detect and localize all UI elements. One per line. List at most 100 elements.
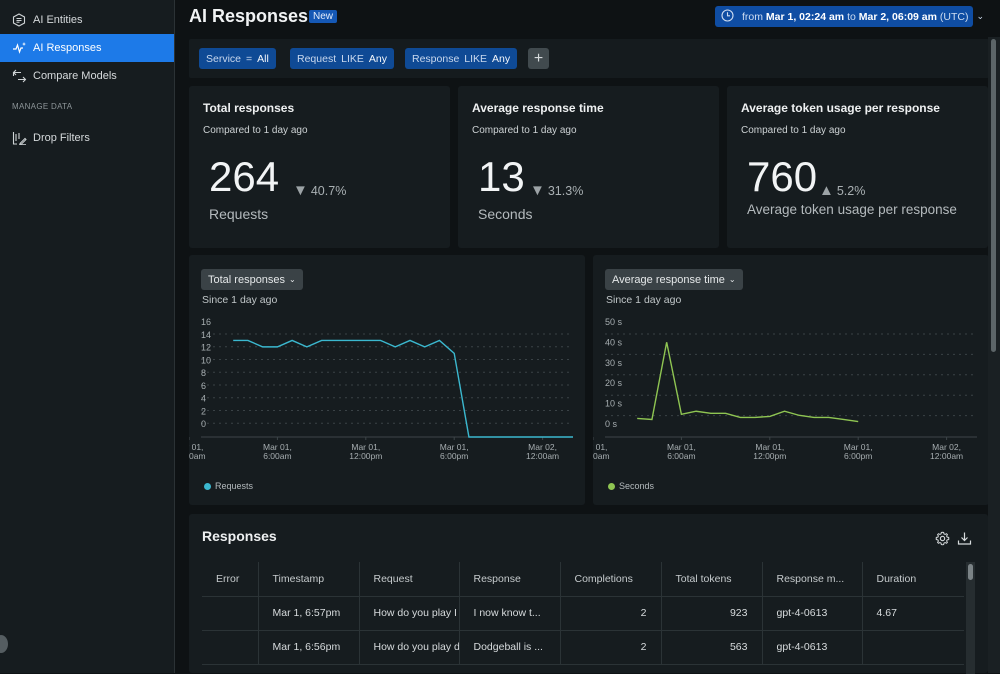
filter-operator: LIKE [464,53,487,65]
sidebar-item-label: AI Entities [33,14,83,26]
time-range-picker[interactable]: from Mar 1, 02:24 am to Mar 2, 06:09 am … [715,6,973,27]
kpi-delta: ▼31.3% [530,182,583,199]
kpi-value: 264 [209,156,279,198]
column-header-completions[interactable]: Completions [560,562,661,596]
cell-response: I now know t... [459,596,560,630]
sidebar-item-drop-filters[interactable]: Drop Filters [0,124,174,152]
y-tick-label: 30 s [605,358,623,368]
column-header-timestamp[interactable]: Timestamp [258,562,359,596]
kpi-delta: ▼40.7% [293,182,346,199]
gear-icon[interactable] [935,531,950,546]
add-filter-button[interactable]: + [528,48,549,69]
page-scrollbar-thumb[interactable] [991,39,996,352]
time-to-word: to [847,11,856,23]
x-tick-label: Mar 01,12:00am [189,442,206,461]
x-tick-label: Mar 01,6:00pm [844,442,873,461]
filter-chip-service[interactable]: Service = All [199,48,276,69]
x-tick-label-line2: 12:00am [189,451,206,461]
kpi-value: 760 [747,156,817,198]
ai-responses-icon [11,40,27,56]
table-scrollbar-thumb[interactable] [968,564,973,580]
sidebar-item-label: Compare Models [33,70,117,82]
column-header-total-tokens[interactable]: Total tokens [661,562,762,596]
cell-completions: 2 [560,596,661,630]
sidebar-item-ai-entities[interactable]: AI Entities [0,6,174,34]
total-responses-chart: 1614121086420Mar 01,12:00amMar 01,6:00am… [189,310,585,480]
chart-metric-dropdown[interactable]: Total responses⌄ [201,269,303,290]
time-from: Mar 1, 02:24 am [766,11,844,23]
column-header-duration[interactable]: Duration [862,562,964,596]
kpi-delta-value: 40.7% [311,184,346,198]
series-line-requests [233,340,573,437]
cell-timestamp: Mar 1, 6:57pm [258,596,359,630]
kpi-delta-value: 5.2% [837,184,866,198]
filter-field: Request [297,53,336,65]
kpi-card-total-responses: Total responses Compared to 1 day ago 26… [189,86,450,248]
table-scrollbar[interactable] [966,562,975,674]
time-range-text: from Mar 1, 02:24 am to Mar 2, 06:09 am … [742,11,968,23]
cell-timestamp: Mar 1, 6:56pm [258,630,359,664]
filter-chip-response[interactable]: Response LIKE Any [405,48,517,69]
y-tick-label: 8 [201,368,206,378]
cell-total-tokens: 563 [661,630,762,664]
new-badge: New [309,10,337,23]
kpi-title: Average token usage per response [741,101,940,115]
main-content: AI Responses New from Mar 1, 02:24 am to… [176,0,1000,673]
kpi-unit: Requests [209,206,268,222]
y-tick-label: 14 [201,330,211,340]
time-from-word: from [742,11,763,23]
chart-legend: Seconds [608,481,654,491]
triangle-down-icon: ▼ [293,182,308,199]
x-tick-label-line2: 6:00pm [844,451,872,461]
x-tick-label: Mar 01,12:00pm [349,442,382,461]
column-header-response-model[interactable]: Response m... [762,562,862,596]
cell-request: How do you play I [359,596,459,630]
filter-bar: Service = All Request LIKE Any Response … [189,39,989,78]
sidebar-collapse-handle[interactable] [0,635,8,653]
legend-label: Requests [215,481,253,491]
filter-chip-request[interactable]: Request LIKE Any [290,48,394,69]
x-tick-label: Mar 01,6:00pm [440,442,469,461]
chevron-down-icon: ⌄ [289,275,296,284]
chevron-down-icon: ⌄ [729,275,736,284]
compare-arrows-icon [11,68,27,84]
y-tick-label: 6 [201,381,206,391]
x-tick-label: Mar 01,12:00pm [753,442,786,461]
legend-dot [608,483,615,490]
time-to: Mar 2, 06:09 am [859,11,937,23]
y-tick-label: 10 s [605,399,623,409]
table-row[interactable]: Mar 1, 6:56pm How do you play d Dodgebal… [202,630,964,664]
responses-title: Responses [202,528,277,544]
x-tick-label: Mar 02,12:00am [930,442,963,461]
x-tick-label-line2: 12:00am [593,451,610,461]
kpi-subtitle: Compared to 1 day ago [741,125,846,136]
cell-response-model: gpt-4-0613 [762,630,862,664]
kpi-title: Average response time [472,101,604,115]
y-tick-label: 4 [201,394,206,404]
chart-title: Average response time [612,274,725,286]
y-tick-label: 50 s [605,317,623,327]
column-header-request[interactable]: Request [359,562,459,596]
x-tick-label: Mar 01,6:00am [667,442,696,461]
y-tick-label: 16 [201,317,211,327]
chart-legend: Requests [204,481,253,491]
x-tick-label-line2: 12:00am [526,451,559,461]
page-title: AI Responses [189,6,308,27]
page-scrollbar[interactable] [988,37,1000,673]
responses-table: Error Timestamp Request Response Complet… [202,562,964,665]
column-header-response[interactable]: Response [459,562,560,596]
download-icon[interactable] [957,531,972,546]
triangle-down-icon: ▼ [530,182,545,199]
table-row[interactable]: Mar 1, 6:57pm How do you play I I now kn… [202,596,964,630]
kpi-unit: Seconds [478,206,532,222]
chart-card-total-responses: Total responses⌄ Since 1 day ago 1614121… [189,255,585,505]
x-tick-label: Mar 02,12:00am [526,442,559,461]
kpi-delta: ▲5.2% [819,182,865,199]
sidebar-item-compare-models[interactable]: Compare Models [0,62,174,90]
chart-metric-dropdown[interactable]: Average response time ⌄ [605,269,743,290]
sidebar-item-ai-responses[interactable]: AI Responses [0,34,174,62]
filter-value: All [257,53,269,65]
column-header-error[interactable]: Error [202,562,258,596]
y-tick-label: 20 s [605,378,623,388]
kpi-subtitle: Compared to 1 day ago [203,125,308,136]
